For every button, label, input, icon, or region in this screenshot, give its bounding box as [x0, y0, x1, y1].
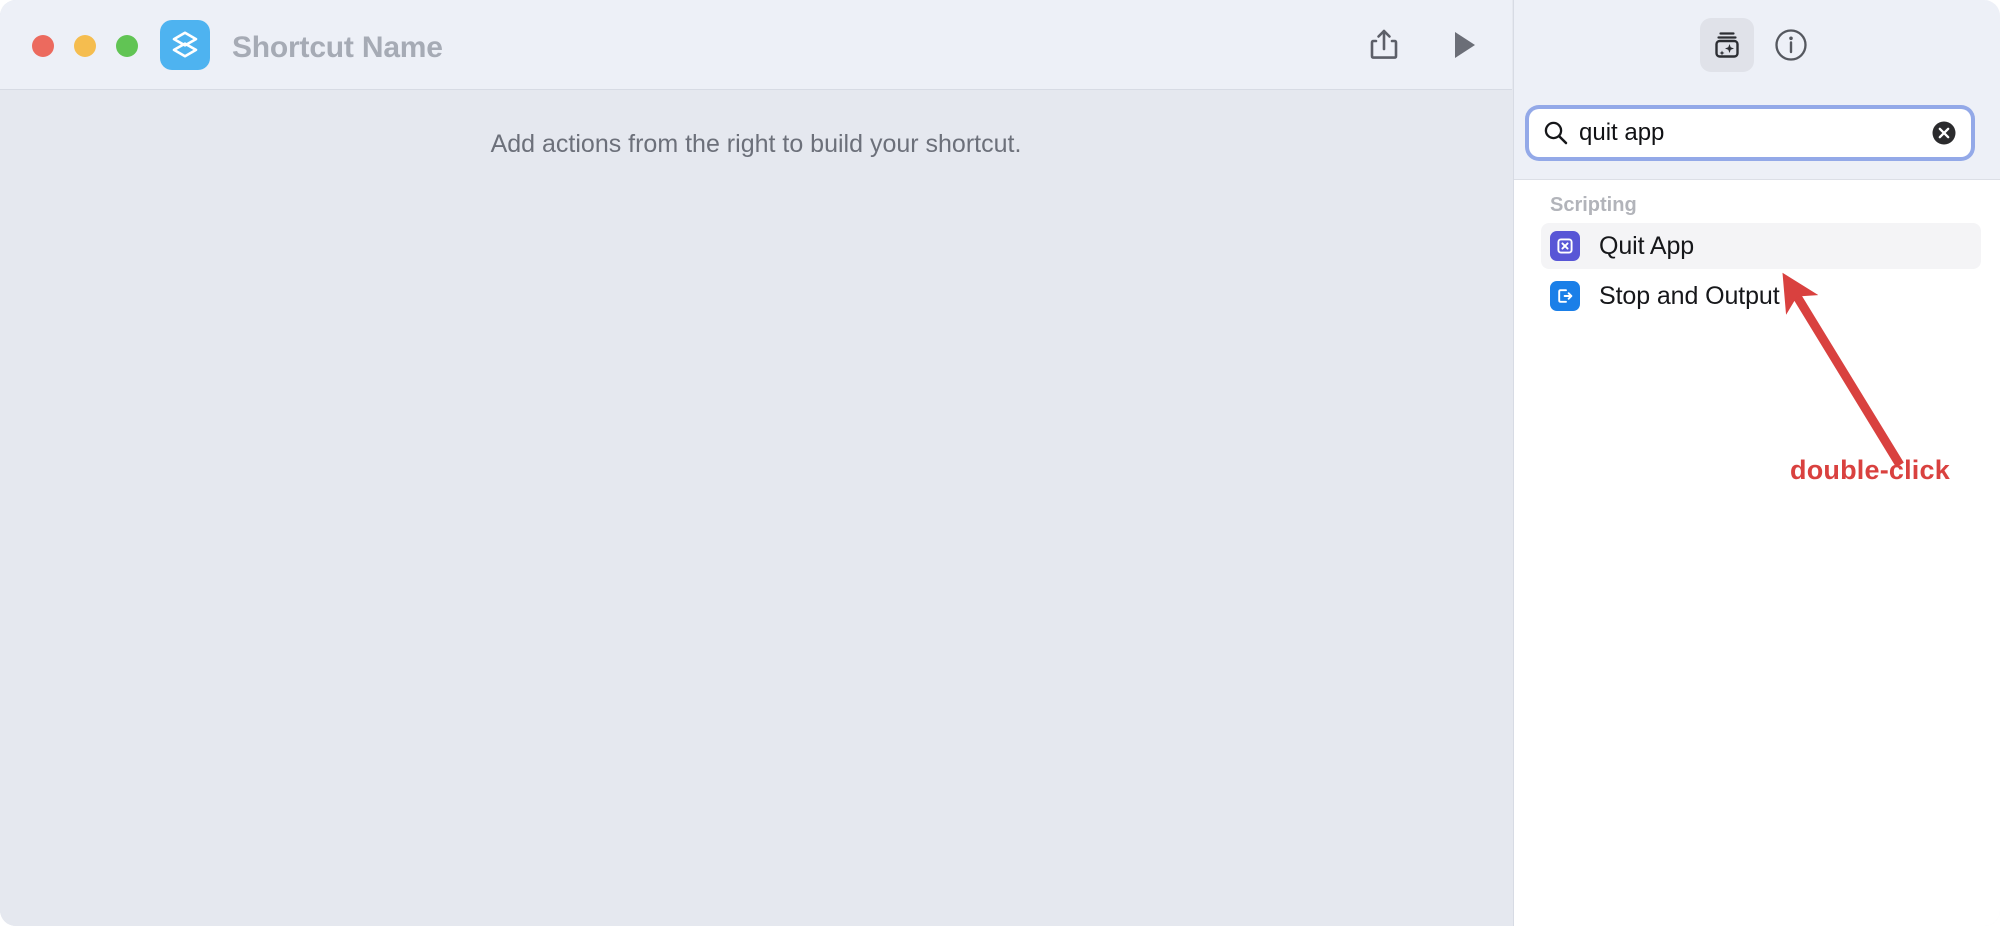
search-input[interactable]: [1579, 119, 1931, 147]
shortcut-name-field[interactable]: Shortcut Name: [232, 31, 443, 65]
window-titlebar: Shortcut Name: [0, 0, 1512, 90]
share-button[interactable]: [1360, 21, 1408, 69]
shortcuts-app-icon: [160, 20, 210, 70]
result-label-stop-and-output: Stop and Output: [1599, 281, 1780, 310]
search-results-list[interactable]: Scripting Quit App Stop and Output: [1514, 181, 2000, 926]
info-circle-icon: [1775, 29, 1807, 61]
library-toolbar: [1700, 18, 1814, 72]
quit-app-icon: [1550, 231, 1580, 261]
result-row-quit-app[interactable]: Quit App: [1541, 223, 1981, 269]
section-header-scripting: Scripting: [1550, 194, 1637, 216]
play-icon: [1455, 32, 1475, 58]
search-field[interactable]: [1529, 109, 1971, 157]
traffic-light-controls: [32, 35, 138, 57]
close-window-button[interactable]: [32, 35, 54, 57]
maximize-window-button[interactable]: [116, 35, 138, 57]
library-titlebar: [1514, 0, 2000, 90]
actions-library-icon: [1715, 32, 1739, 58]
info-button[interactable]: [1768, 22, 1814, 68]
editor-pane: Shortcut Name Add actions from the right…: [0, 0, 1512, 926]
library-search-region: [1514, 90, 2000, 180]
actions-library-button[interactable]: [1700, 18, 1754, 72]
annotation-label: double-click: [1790, 455, 1950, 485]
run-shortcut-button[interactable]: [1440, 21, 1488, 69]
stop-and-output-icon: [1550, 281, 1580, 311]
shortcut-canvas[interactable]: Add actions from the right to build your…: [0, 90, 1512, 926]
result-row-stop-and-output[interactable]: Stop and Output: [1541, 273, 1981, 319]
magnifying-glass-icon: [1544, 121, 1568, 145]
shortcuts-window: Shortcut Name Add actions from the right…: [0, 0, 2000, 926]
share-icon: [1370, 29, 1398, 59]
minimize-window-button[interactable]: [74, 35, 96, 57]
clear-search-button[interactable]: [1931, 120, 1957, 146]
result-label-quit-app: Quit App: [1599, 231, 1695, 260]
empty-canvas-hint: Add actions from the right to build your…: [490, 130, 1022, 158]
